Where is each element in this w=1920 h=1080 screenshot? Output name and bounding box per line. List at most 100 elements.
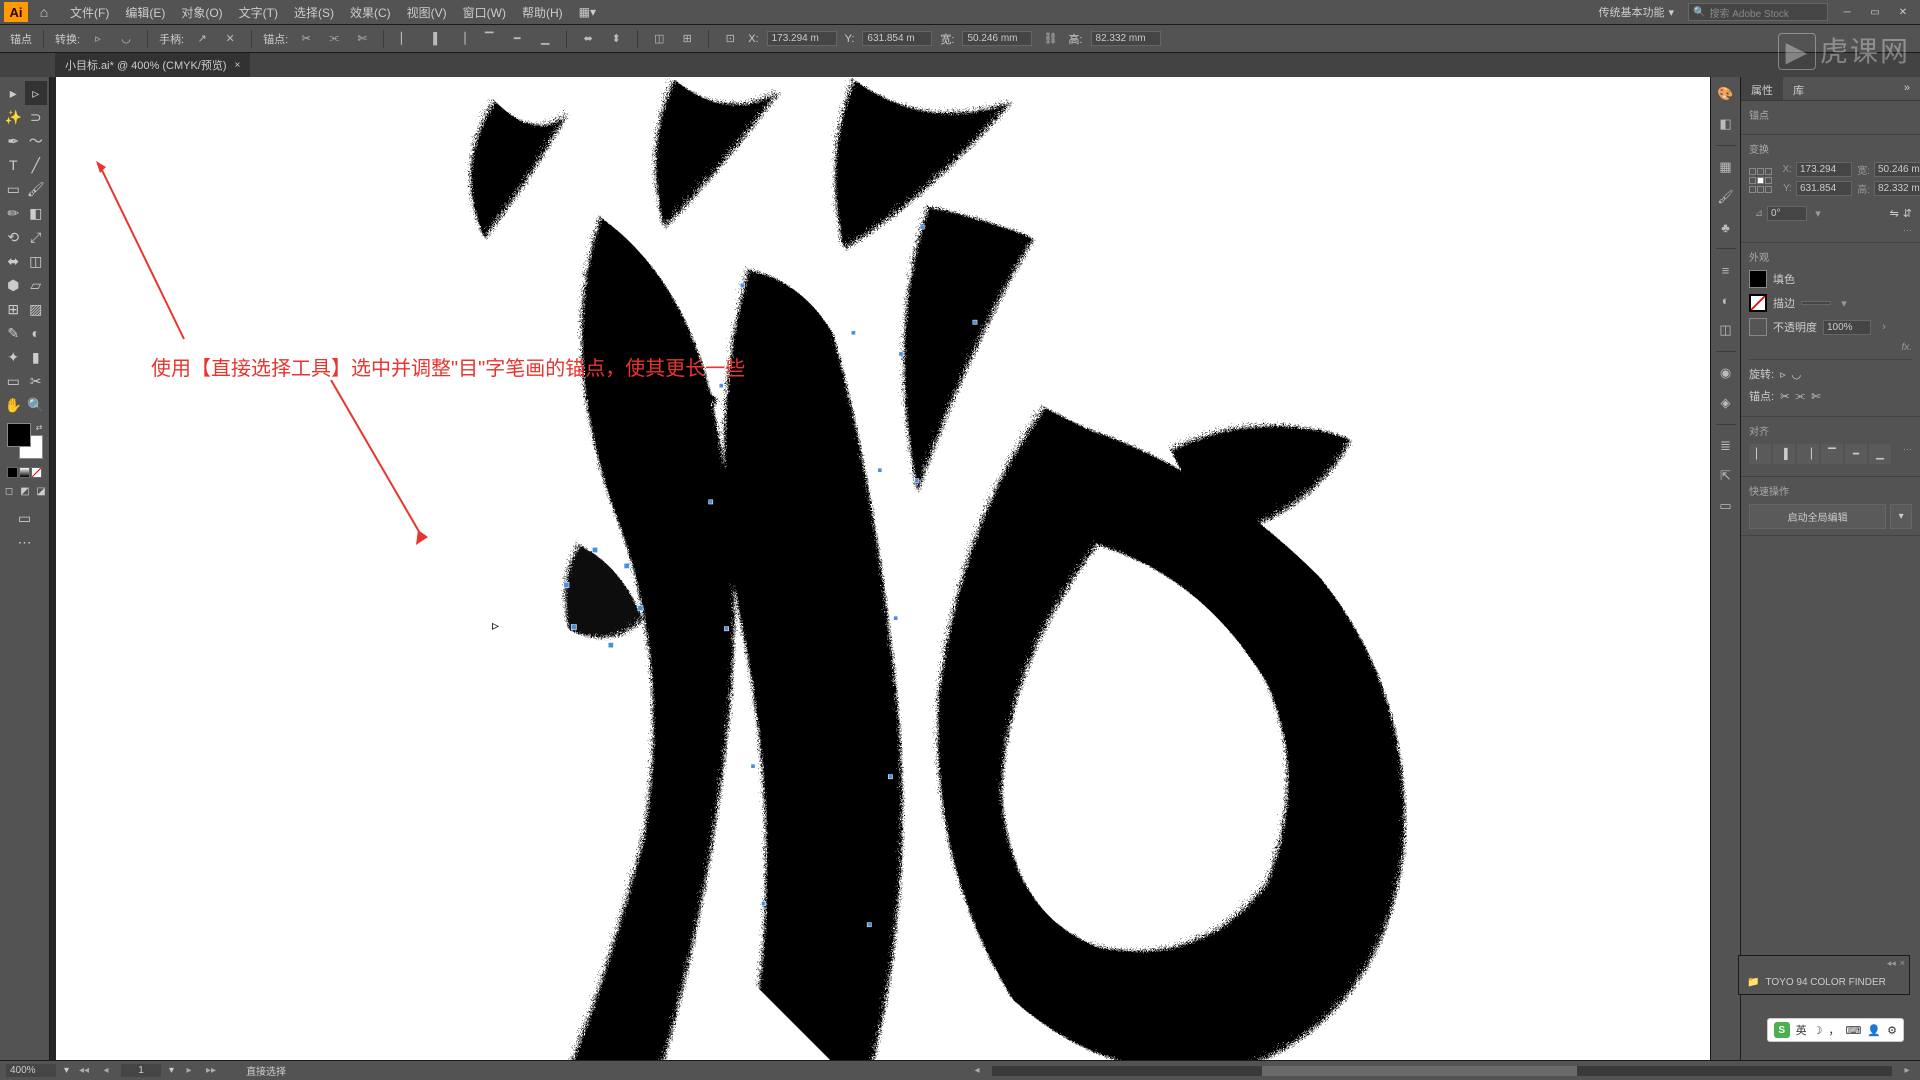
column-graph-tool[interactable]: ▮ xyxy=(25,345,48,369)
hand-tool[interactable]: ✋ xyxy=(2,393,25,417)
convert-corner-icon[interactable]: ▹ xyxy=(88,29,108,49)
panel-close-icon[interactable]: × xyxy=(1900,958,1905,969)
scale-tool[interactable]: ⤢ xyxy=(25,225,48,249)
stock-search[interactable]: 🔍搜索 Adobe Stock xyxy=(1688,3,1828,21)
align-hcenter-btn[interactable]: ▐ xyxy=(1773,444,1795,464)
lasso-tool[interactable]: ⊃ xyxy=(25,105,48,129)
layers-panel-icon[interactable]: ≣ xyxy=(1715,435,1737,457)
distribute-h-icon[interactable]: ⬌ xyxy=(578,29,598,49)
isolate-icon[interactable]: ◫ xyxy=(649,29,669,49)
draw-inside[interactable]: ◪ xyxy=(34,484,48,498)
prev-artboard-icon[interactable]: ◂ xyxy=(99,1065,113,1076)
fx-button[interactable]: fx. xyxy=(1749,342,1912,353)
eraser-tool[interactable]: ◧ xyxy=(25,201,48,225)
zoom-tool[interactable]: 🔍 xyxy=(25,393,48,417)
horizontal-scrollbar[interactable] xyxy=(992,1066,1892,1076)
stroke-weight-input[interactable] xyxy=(1801,301,1831,305)
first-artboard-icon[interactable]: ◂◂ xyxy=(77,1065,91,1076)
align-bottom-btn[interactable]: ▁ xyxy=(1869,444,1891,464)
reference-point-grid[interactable] xyxy=(1749,168,1772,194)
appearance-panel-icon[interactable]: ◉ xyxy=(1715,362,1737,384)
gradient-tool[interactable]: ▨ xyxy=(25,297,48,321)
color-finder-panel[interactable]: ◂◂× 📁TOYO 94 COLOR FINDER xyxy=(1738,955,1910,995)
handles-hide-icon[interactable]: ✕ xyxy=(220,29,240,49)
transparency-panel-icon[interactable]: ◫ xyxy=(1715,319,1737,341)
canvas-viewport[interactable]: 使用【直接选择工具】选中并调整"目"字笔画的锚点，使其更长一些 ▹ xyxy=(50,77,1710,1060)
align-more-icon[interactable]: ⋯ xyxy=(1903,444,1912,464)
color-mode[interactable] xyxy=(7,467,18,478)
close-button[interactable]: ✕ xyxy=(1890,3,1916,21)
zoom-dropdown[interactable]: ▾ xyxy=(64,1065,69,1076)
draw-behind[interactable]: ◩ xyxy=(18,484,32,498)
distribute-v-icon[interactable]: ⬍ xyxy=(606,29,626,49)
gradient-mode[interactable] xyxy=(19,467,30,478)
artboards-panel-icon[interactable]: ▭ xyxy=(1715,495,1737,517)
next-artboard-icon[interactable]: ▸ xyxy=(182,1065,196,1076)
paintbrush-tool[interactable]: 🖌 xyxy=(25,177,48,201)
panel-menu-icon[interactable]: » xyxy=(1894,77,1920,100)
menu-object[interactable]: 对象(O) xyxy=(173,1,230,24)
free-transform-tool[interactable]: ◫ xyxy=(25,249,48,273)
flip-h-icon[interactable]: ⇋ xyxy=(1890,207,1899,220)
menu-type[interactable]: 文字(T) xyxy=(231,1,286,24)
prop-h-input[interactable]: 82.332 m xyxy=(1874,181,1920,196)
menu-effect[interactable]: 效果(C) xyxy=(342,1,399,24)
ime-lang[interactable]: 英 xyxy=(1796,1022,1807,1038)
symbols-panel-icon[interactable]: ♣ xyxy=(1715,216,1737,238)
foreground-color[interactable] xyxy=(7,423,31,447)
minimize-button[interactable]: ─ xyxy=(1834,3,1860,21)
stroke-weight-dropdown[interactable]: ▾ xyxy=(1837,297,1851,310)
align-left-icon[interactable]: ▏ xyxy=(395,29,415,49)
align-vcenter-icon[interactable]: ━ xyxy=(507,29,527,49)
quick-dropdown[interactable]: ▾ xyxy=(1890,504,1912,529)
menu-edit[interactable]: 编辑(E) xyxy=(117,1,173,24)
direct-selection-tool[interactable]: ▹ xyxy=(25,81,48,105)
rectangle-tool[interactable]: ▭ xyxy=(2,177,25,201)
handles-show-icon[interactable]: ↗ xyxy=(192,29,212,49)
magic-wand-tool[interactable]: ✨ xyxy=(2,105,25,129)
last-artboard-icon[interactable]: ▸▸ xyxy=(204,1065,218,1076)
ime-punct-icon[interactable]: ， xyxy=(1829,1022,1840,1038)
artboard-tool[interactable]: ▭ xyxy=(2,369,25,393)
curvature-tool[interactable]: ～ xyxy=(25,129,48,153)
artboard-dropdown[interactable]: ▾ xyxy=(169,1065,174,1076)
selection-tool[interactable]: ▸ xyxy=(2,81,25,105)
screen-mode[interactable]: ▭ xyxy=(13,506,36,530)
slice-tool[interactable]: ✂ xyxy=(25,369,48,393)
align-hcenter-icon[interactable]: ▐ xyxy=(423,29,443,49)
global-edit-button[interactable]: 启动全局编辑 xyxy=(1749,504,1886,529)
align-top-icon[interactable]: ▔ xyxy=(479,29,499,49)
tab-close-icon[interactable]: × xyxy=(235,60,241,71)
brushes-panel-icon[interactable]: 🖌 xyxy=(1715,186,1737,208)
prop-rotate-input[interactable]: 0° xyxy=(1767,206,1807,221)
fill-swatch[interactable] xyxy=(1749,270,1767,288)
type-tool[interactable]: T xyxy=(2,153,25,177)
asset-export-icon[interactable]: ⇱ xyxy=(1715,465,1737,487)
menu-help[interactable]: 帮助(H) xyxy=(514,1,571,24)
shaper-tool[interactable]: ✏ xyxy=(2,201,25,225)
menu-file[interactable]: 文件(F) xyxy=(62,1,117,24)
color-panel-icon[interactable]: 🎨 xyxy=(1715,83,1737,105)
menu-window[interactable]: 窗口(W) xyxy=(455,1,514,24)
x-input[interactable]: 173.294 m xyxy=(767,31,837,46)
sogou-icon[interactable]: S xyxy=(1774,1022,1790,1038)
edit-toolbar[interactable]: ⋯ xyxy=(13,530,36,554)
shape-builder-tool[interactable]: ⬢ xyxy=(2,273,25,297)
align-vcenter-btn[interactable]: ━ xyxy=(1845,444,1867,464)
prop-w-input[interactable]: 50.246 m xyxy=(1874,162,1920,177)
stroke-swatch[interactable] xyxy=(1749,294,1767,312)
menu-arrange-icon[interactable]: ▦▾ xyxy=(571,2,604,22)
perspective-tool[interactable]: ▱ xyxy=(25,273,48,297)
blend-tool[interactable]: ◐ xyxy=(25,321,48,345)
artboard-number[interactable]: 1 xyxy=(121,1064,161,1077)
libraries-tab[interactable]: 库 xyxy=(1783,77,1814,100)
swatches-panel-icon[interactable]: ▦ xyxy=(1715,156,1737,178)
cut-path-icon[interactable]: ✄ xyxy=(352,29,372,49)
prop-y-input[interactable]: 631.854 xyxy=(1796,181,1852,196)
convert-smooth-btn[interactable]: ◡ xyxy=(1792,368,1802,381)
stroke-panel-icon[interactable]: ≡ xyxy=(1715,259,1737,281)
align-right-icon[interactable]: ▕ xyxy=(451,29,471,49)
ime-toolbar[interactable]: S 英 ☽ ， ⌨ 👤 ⚙ xyxy=(1767,1018,1904,1042)
h-input[interactable]: 82.332 mm xyxy=(1091,31,1161,46)
remove-anchor-btn[interactable]: ✂ xyxy=(1780,390,1789,403)
